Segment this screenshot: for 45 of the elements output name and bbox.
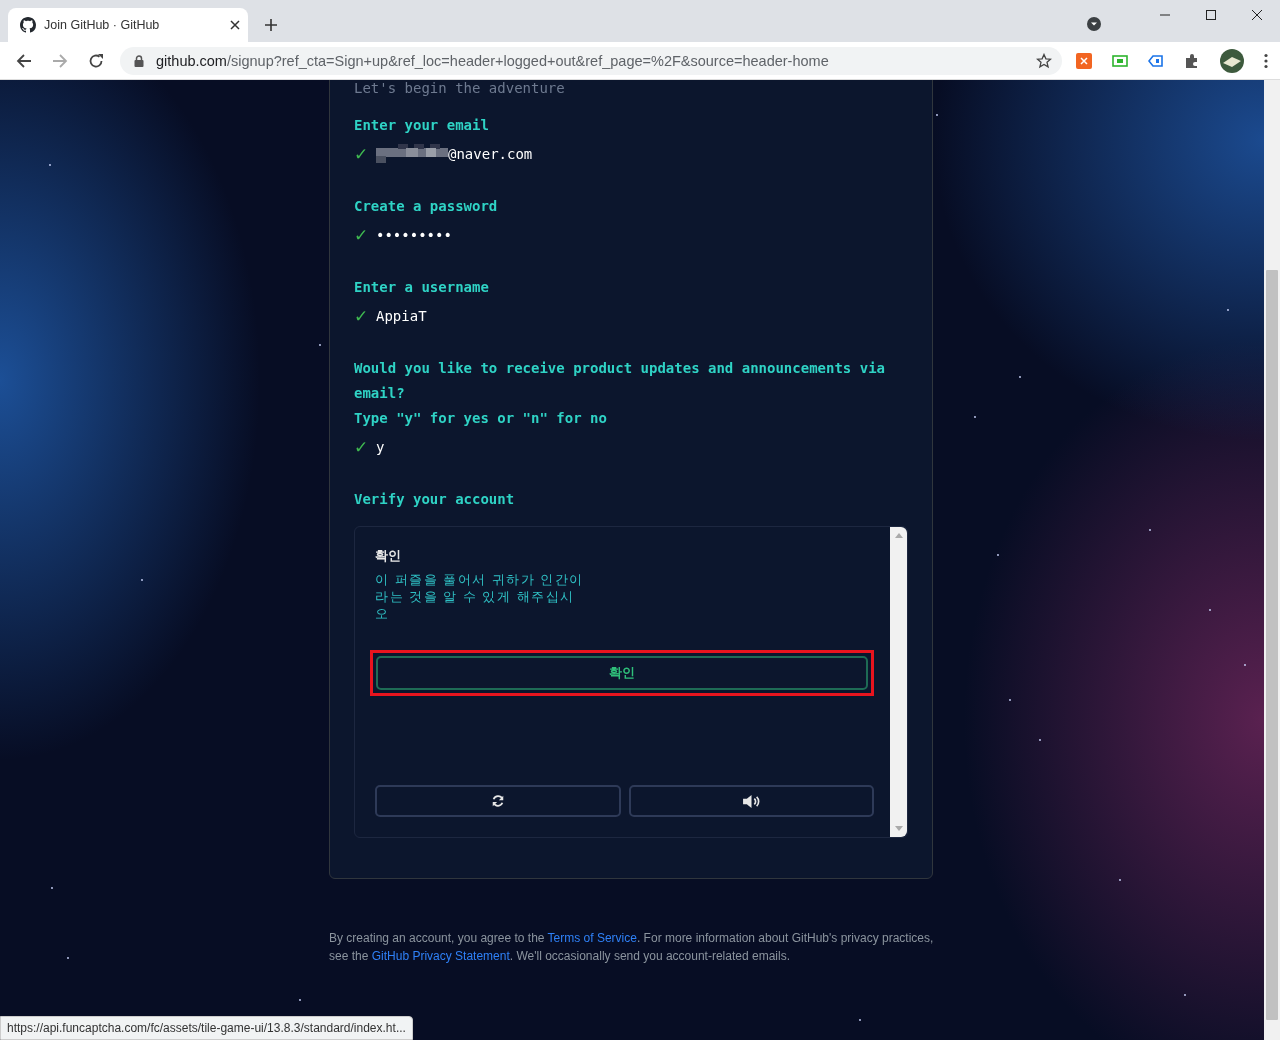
back-icon[interactable]	[16, 53, 32, 69]
extension-icon[interactable]	[1076, 53, 1092, 69]
answer-text: AppiaT	[376, 308, 427, 324]
close-icon[interactable]	[1251, 9, 1263, 21]
legal-link[interactable]: Terms of Service	[547, 931, 637, 945]
scrollbar[interactable]	[1264, 80, 1280, 1040]
legal-notice: By creating an account, you agree to the Terms of Service. For more information about GitHub's privacy practices, see the GitHub Privacy Statement. We'll occasionally send you account-related emails.	[329, 930, 935, 965]
tagline: Let's begin the adventure	[354, 80, 566, 97]
answer-text: y	[376, 439, 385, 455]
prompt-label: Would you like to receive product updates and announcements via email?	[354, 359, 886, 403]
captcha-instructions: 이 퍼즐을 풀어서 귀하가 인간이라는 것을 알 수 있게 해주십시오	[375, 571, 585, 622]
menu-icon[interactable]	[1264, 53, 1268, 69]
reload-icon[interactable]	[88, 53, 104, 69]
extension-icon[interactable]	[1112, 53, 1128, 69]
prompt-label: Type "y" for yes or "n" for no	[354, 409, 608, 428]
avatar-icon[interactable]	[1220, 49, 1244, 73]
prompt-label: Verify your account	[354, 490, 516, 509]
github-logo-icon	[20, 17, 36, 33]
legal-link[interactable]: GitHub Privacy Statement	[371, 949, 510, 963]
checkmark: ✓	[354, 305, 369, 327]
prompt-label: Create a password	[354, 197, 499, 216]
captcha-heading: 확인	[375, 547, 402, 565]
reload-icon	[490, 794, 505, 808]
prompt-label: Enter your email	[354, 116, 490, 135]
tab-search-icon[interactable]	[1086, 16, 1102, 32]
browser-tab[interactable]: Join GitHub · GitHub	[8, 8, 248, 42]
answer-text: •••••••••	[376, 227, 452, 243]
speaker-icon	[741, 793, 761, 809]
extension-icon[interactable]	[1148, 53, 1164, 69]
close-icon[interactable]	[230, 20, 240, 30]
bookmark-star-icon[interactable]	[1036, 53, 1052, 69]
checkmark: ✓	[354, 224, 369, 246]
new-tab-icon[interactable]	[264, 18, 278, 32]
lock-icon	[134, 55, 144, 67]
verify-button[interactable]: 확인	[376, 656, 868, 690]
address-bar[interactable]: github.com/signup?ref_cta=Sign+up&ref_loc=header+logged+out&ref_page=%2F&source=header-home	[120, 47, 1062, 75]
url-text: github.com/signup?ref_cta=Sign+up&ref_loc=header+logged+out&ref_page=%2F&source=header-home	[156, 53, 829, 69]
tab-title: Join GitHub · GitHub	[44, 18, 161, 32]
status-url: https://api.funcaptcha.com/fc/assets/tile-game-ui/13.8.3/standard/index.ht...	[0, 1016, 413, 1040]
puzzle-icon[interactable]	[1184, 53, 1200, 69]
checkmark: ✓	[354, 436, 369, 458]
prompt-label: Enter a username	[354, 278, 490, 297]
maximize-icon[interactable]	[1205, 9, 1217, 21]
checkmark: ✓	[354, 143, 369, 165]
answer-text: @naver.com	[448, 146, 533, 162]
